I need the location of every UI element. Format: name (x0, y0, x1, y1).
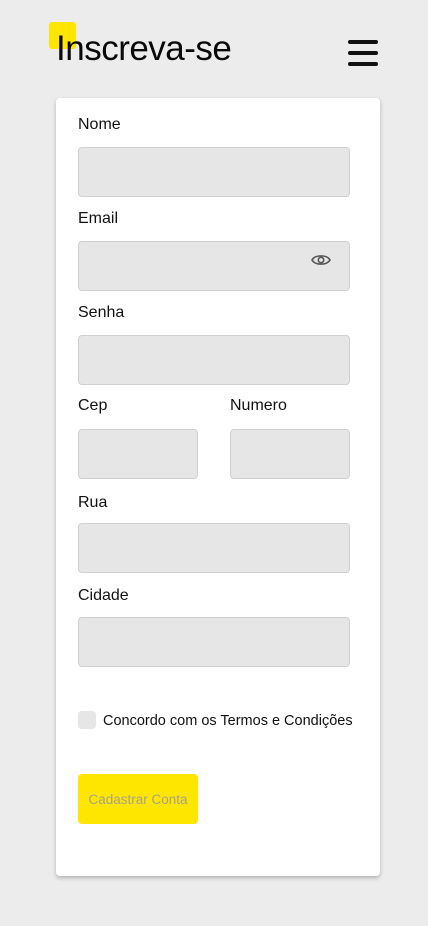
senha-field[interactable] (78, 335, 350, 385)
email-label: Email (78, 210, 119, 227)
rua-field[interactable] (78, 523, 350, 573)
cidade-label: Cidade (78, 587, 129, 604)
numero-label: Numero (230, 397, 287, 414)
eye-icon[interactable] (311, 253, 331, 267)
header: Inscreva-se (0, 0, 428, 90)
menu-bar (348, 40, 378, 44)
terms-checkbox[interactable] (78, 711, 96, 729)
terms-label: Concordo com os Termos e Condições (103, 713, 353, 729)
email-field[interactable] (78, 241, 350, 291)
numero-field[interactable] (230, 429, 350, 479)
menu-bar (348, 62, 378, 66)
nome-field[interactable] (78, 147, 350, 197)
menu-bar (348, 51, 378, 55)
create-account-button[interactable]: Cadastrar Conta (78, 774, 198, 824)
nome-label: Nome (78, 116, 121, 133)
rua-label: Rua (78, 494, 108, 511)
cep-field[interactable] (78, 429, 198, 479)
page-title: Inscreva-se (56, 29, 232, 68)
hamburger-menu-icon[interactable] (346, 38, 380, 70)
cep-label: Cep (78, 397, 108, 414)
senha-label: Senha (78, 304, 125, 321)
signup-form-card: Nome Email Senha Cep Numero Rua Cidade C… (56, 98, 380, 876)
cidade-field[interactable] (78, 617, 350, 667)
